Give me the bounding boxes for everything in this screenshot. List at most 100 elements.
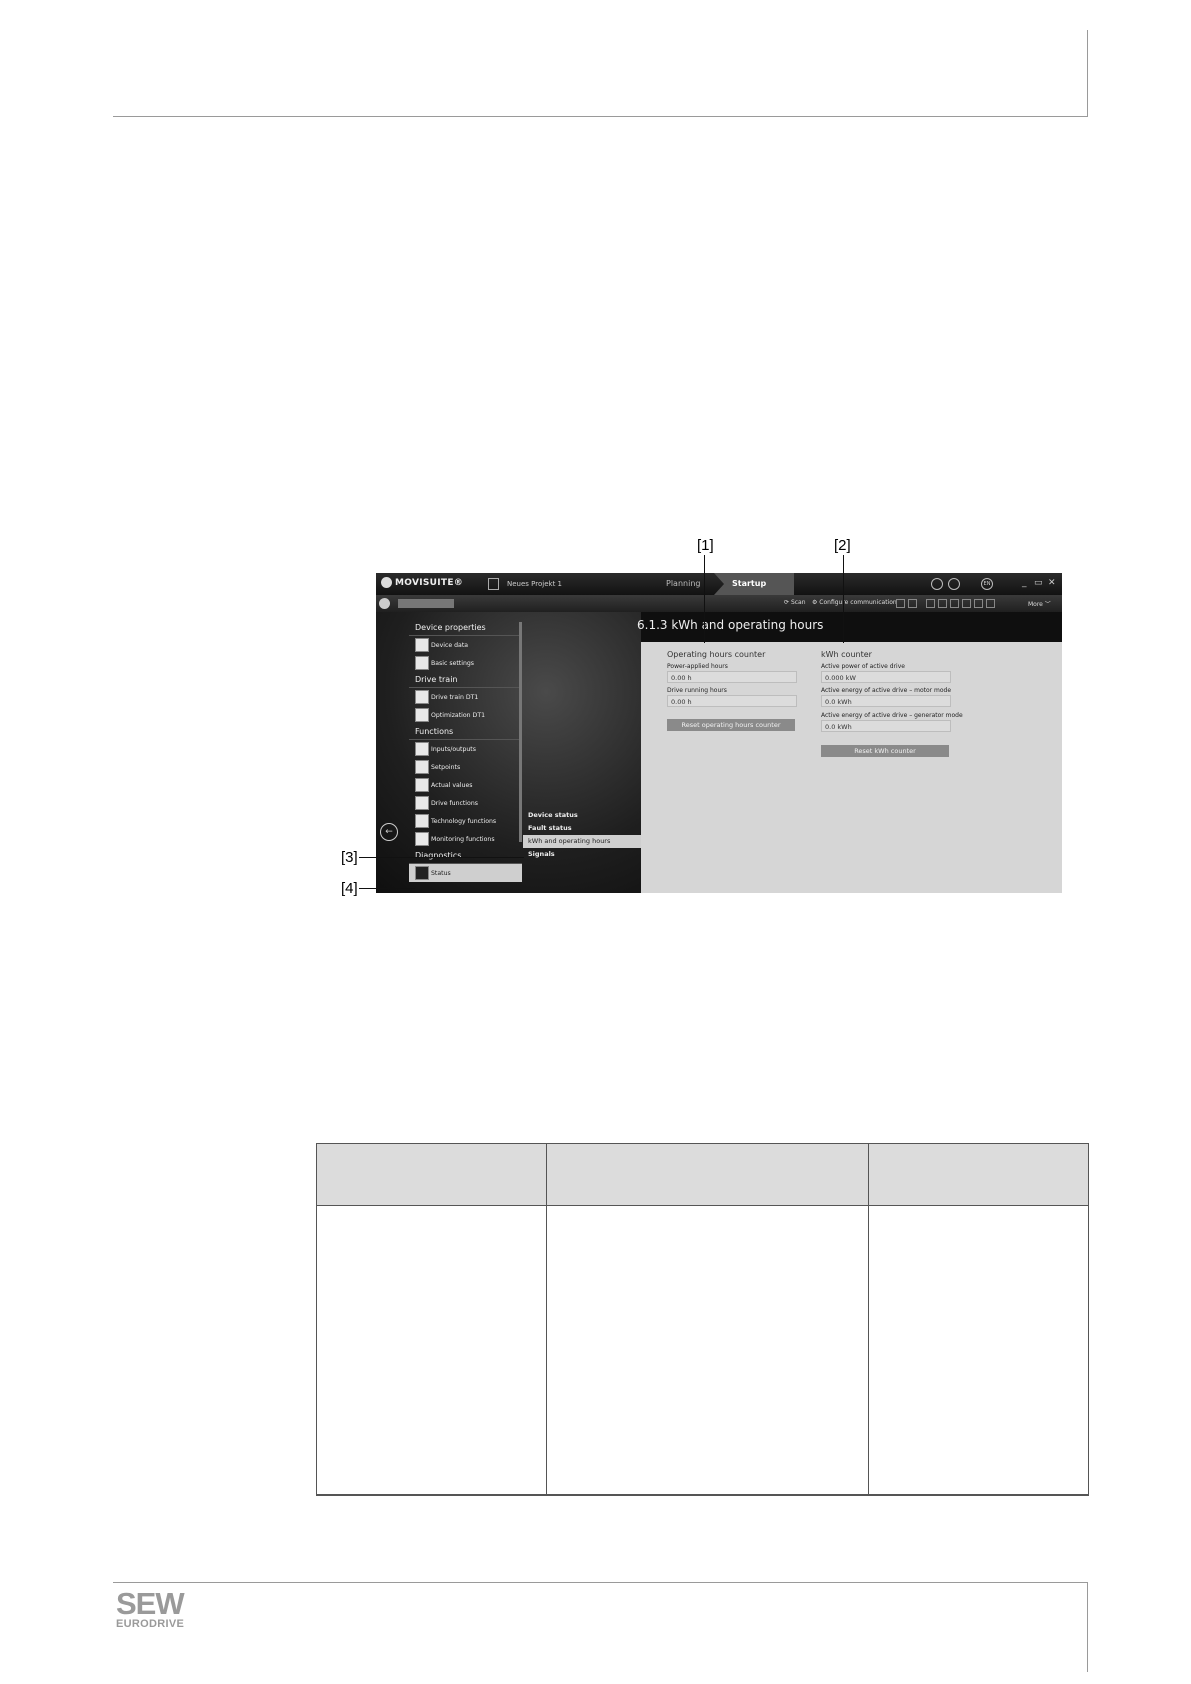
breadcrumb[interactable] — [398, 599, 454, 608]
project-icon[interactable] — [488, 578, 499, 590]
page-title: 6.1.3 kWh and operating hours — [637, 618, 824, 632]
navigation-panel: Device properties Device data Basic sett… — [409, 620, 522, 893]
nav-label: Optimization DT1 — [431, 711, 486, 719]
basic-settings-icon — [415, 656, 429, 670]
nav-label: Technology functions — [431, 817, 497, 825]
nav-item-actual-values[interactable]: Actual values — [409, 776, 522, 794]
diagnostics-subnav: Device status Fault status kWh and opera… — [523, 809, 641, 861]
paste-icon[interactable] — [950, 599, 959, 608]
drive-functions-icon — [415, 796, 429, 810]
nav-label: Basic settings — [431, 659, 475, 667]
kwh-counter-title: kWh counter — [821, 650, 872, 659]
reset-kwh-button[interactable]: Reset kWh counter — [821, 745, 949, 757]
subnav-kwh-operating-hours[interactable]: kWh and operating hours — [523, 835, 641, 848]
title-bar: MOVISUITE® Neues Projekt 1 Planning Star… — [376, 573, 1062, 595]
nav-item-drive-train-dt1[interactable]: Drive train DT1 — [409, 688, 522, 706]
monitoring-functions-icon — [415, 832, 429, 846]
callout-2-line — [843, 555, 844, 643]
nav-item-technology-functions[interactable]: Technology functions — [409, 812, 522, 830]
nav-item-monitoring-functions[interactable]: Monitoring functions — [409, 830, 522, 848]
logo-text: MOVISUITE® — [395, 577, 464, 588]
close-icon[interactable]: ✕ — [1048, 578, 1056, 588]
table-cell — [316, 1205, 547, 1496]
callout-4-line — [359, 888, 415, 889]
device-data-icon — [415, 638, 429, 652]
nav-label: Drive train DT1 — [431, 693, 479, 701]
user-settings-icon[interactable] — [908, 599, 917, 608]
nav-item-status[interactable]: Status — [409, 864, 522, 882]
tab-startup[interactable]: Startup — [714, 573, 794, 595]
help-icon[interactable] — [986, 599, 995, 608]
inputs-outputs-icon — [415, 742, 429, 756]
nav-label: Actual values — [431, 781, 473, 789]
drive-running-field: 0.00 h — [667, 695, 797, 707]
download-icon[interactable] — [974, 599, 983, 608]
nav-item-device-data[interactable]: Device data — [409, 636, 522, 654]
nav-item-optimization-dt1[interactable]: Optimization DT1 — [409, 706, 522, 724]
callout-2: [2] — [834, 537, 851, 554]
table-cell — [867, 1205, 1090, 1496]
back-arrow-icon[interactable]: ← — [380, 823, 398, 841]
copy-icon[interactable] — [938, 599, 947, 608]
language-icon[interactable]: EN — [981, 578, 993, 590]
active-power-label: Active power of active drive — [821, 663, 905, 670]
table-header-row — [316, 1143, 1090, 1206]
nav-group-diagnostics: Diagnostics — [409, 848, 522, 864]
scan-button[interactable]: ⟳ Scan — [784, 599, 806, 606]
setpoints-icon — [415, 760, 429, 774]
nav-group-device-properties: Device properties — [409, 620, 522, 636]
logo-subbrand: EURODRIVE — [116, 1618, 185, 1630]
nav-label: Drive functions — [431, 799, 478, 807]
power-applied-field: 0.00 h — [667, 671, 797, 683]
description-table — [316, 1143, 1090, 1496]
callout-1-line — [704, 555, 705, 643]
operating-hours-title: Operating hours counter — [667, 650, 766, 659]
table-cell — [545, 1205, 869, 1496]
motor-mode-label: Active energy of active drive – motor mo… — [821, 687, 952, 694]
upload-icon[interactable] — [962, 599, 971, 608]
maximize-icon[interactable]: ▭ — [1034, 578, 1043, 588]
callout-1: [1] — [697, 537, 714, 554]
subnav-signals[interactable]: Signals — [523, 848, 641, 861]
device-icon[interactable] — [379, 598, 390, 609]
active-power-field: 0.000 kW — [821, 671, 951, 683]
table-row — [316, 1205, 1090, 1496]
optimization-icon — [415, 708, 429, 722]
person-icon[interactable] — [948, 578, 960, 590]
toolbar: ⟳ Scan ⚙ Configure communication More ﹀ — [376, 595, 1062, 612]
configure-label: Configure communication — [819, 599, 897, 606]
nav-item-basic-settings[interactable]: Basic settings — [409, 654, 522, 672]
nav-label: Device data — [431, 641, 469, 649]
movisuite-window: MOVISUITE® Neues Projekt 1 Planning Star… — [376, 573, 1062, 893]
actual-values-icon — [415, 778, 429, 792]
table-header-cell — [545, 1143, 869, 1206]
status-icon — [415, 866, 429, 880]
technology-functions-icon — [415, 814, 429, 828]
logo-icon — [381, 577, 392, 588]
network-icon[interactable] — [896, 599, 905, 608]
nav-group-functions: Functions — [409, 724, 522, 740]
nav-label: Setpoints — [431, 763, 461, 771]
movisuite-logo: MOVISUITE® — [381, 577, 463, 588]
reset-operating-hours-button[interactable]: Reset operating hours counter — [667, 719, 795, 731]
subnav-device-status[interactable]: Device status — [523, 809, 641, 822]
user-icon[interactable] — [931, 578, 943, 590]
more-menu[interactable]: More ﹀ — [1028, 599, 1051, 608]
drive-running-label: Drive running hours — [667, 687, 727, 694]
project-name: Neues Projekt 1 — [507, 580, 562, 588]
nav-item-drive-functions[interactable]: Drive functions — [409, 794, 522, 812]
configure-communication-button[interactable]: ⚙ Configure communication — [812, 599, 897, 606]
minimize-icon[interactable]: _ — [1022, 578, 1027, 588]
cut-icon[interactable] — [926, 599, 935, 608]
drive-train-icon — [415, 690, 429, 704]
nav-label: Inputs/outputs — [431, 745, 476, 753]
nav-label: Status — [431, 869, 451, 877]
nav-item-setpoints[interactable]: Setpoints — [409, 758, 522, 776]
generator-mode-label: Active energy of active drive – generato… — [821, 712, 963, 719]
callout-3: [3] — [341, 849, 358, 866]
subnav-fault-status[interactable]: Fault status — [523, 822, 641, 835]
nav-item-inputs-outputs[interactable]: Inputs/outputs — [409, 740, 522, 758]
tab-planning[interactable]: Planning — [666, 579, 700, 588]
nav-scrollbar[interactable] — [519, 622, 522, 842]
nav-group-drive-train: Drive train — [409, 672, 522, 688]
